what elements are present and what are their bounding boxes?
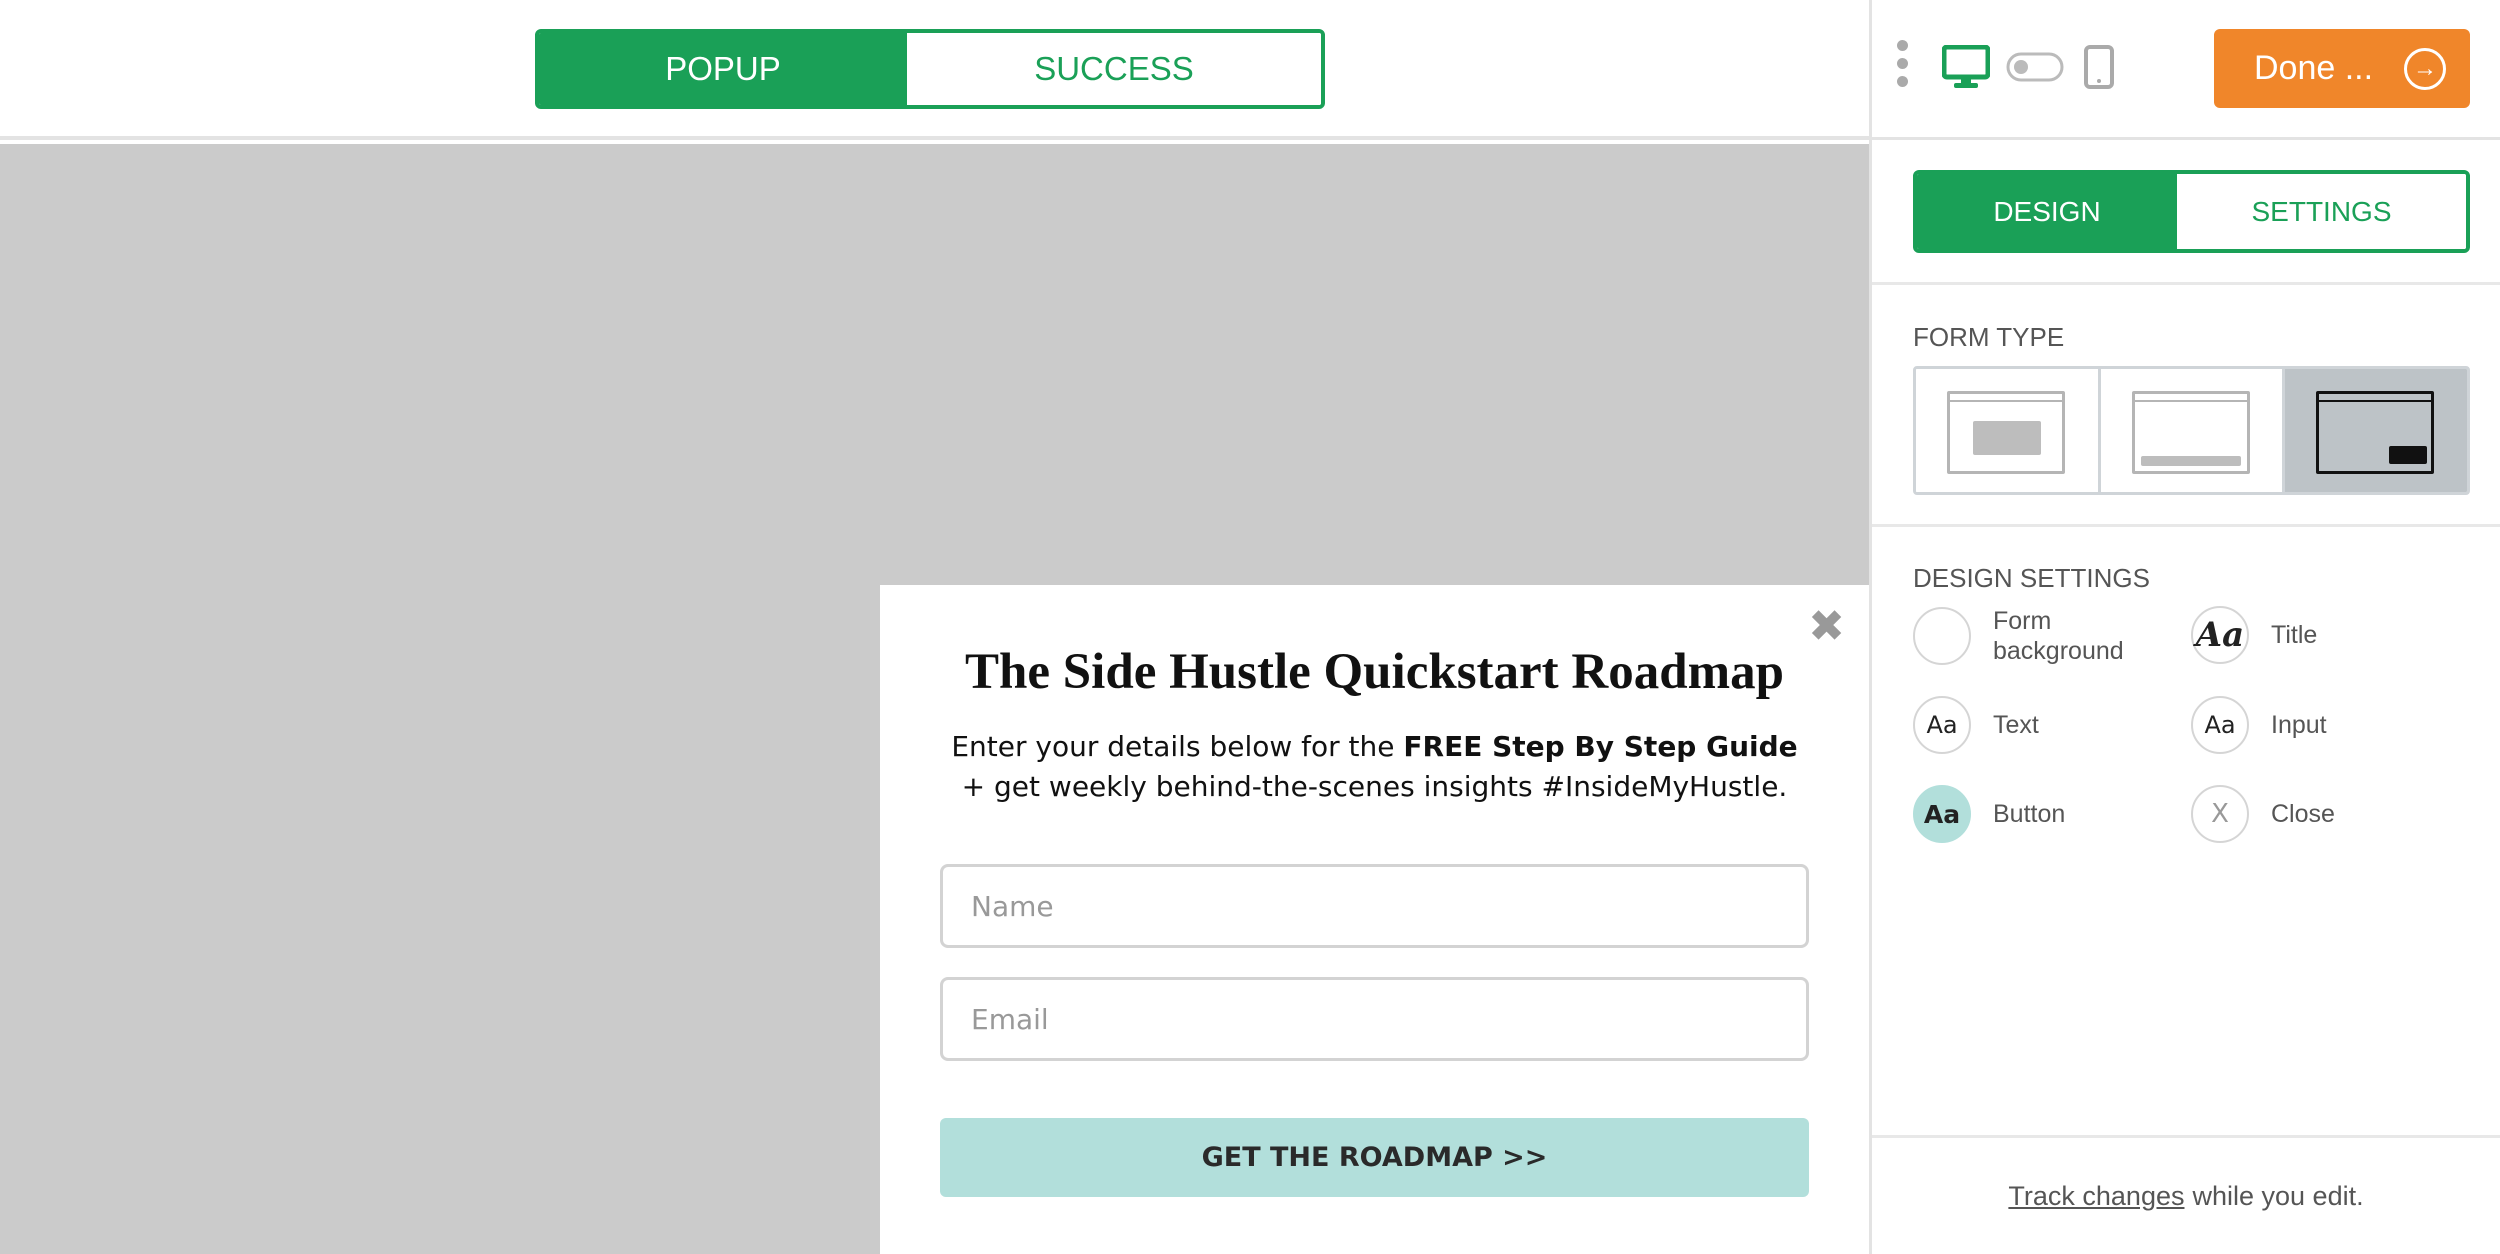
done-label: Done ... bbox=[2254, 49, 2374, 87]
close-style-setting[interactable]: X Close bbox=[2191, 785, 2335, 843]
arrow-right-icon: → bbox=[2404, 48, 2446, 90]
form-type-selector bbox=[1913, 366, 2470, 495]
panel-tabs: DESIGN SETTINGS bbox=[1913, 170, 2470, 253]
tab-design[interactable]: DESIGN bbox=[1917, 174, 2177, 249]
mobile-icon[interactable] bbox=[2082, 44, 2116, 90]
setting-label: Title bbox=[2271, 621, 2318, 649]
success-tab[interactable]: SUCCESS bbox=[907, 33, 1321, 105]
bar-layout-icon bbox=[2131, 391, 2250, 474]
button-style-setting[interactable]: Aa Button bbox=[1913, 785, 2065, 843]
popup-layout-icon bbox=[1947, 391, 2065, 474]
form-type-popup[interactable] bbox=[1916, 369, 2098, 492]
font-icon: Aa bbox=[2191, 696, 2249, 754]
description-text: Enter your details below for the bbox=[951, 730, 1404, 763]
popup-description: Enter your details below for the FREE St… bbox=[880, 727, 1869, 807]
form-type-bar[interactable] bbox=[2097, 369, 2283, 492]
setting-label: Button bbox=[1993, 800, 2066, 828]
settings-panel: Done ... → DESIGN SETTINGS FORM TYPE DES… bbox=[1869, 0, 2500, 1254]
title-font-setting[interactable]: Aa Title bbox=[2191, 606, 2317, 664]
setting-label: Close bbox=[2271, 800, 2335, 828]
form-type-label: FORM TYPE bbox=[1913, 322, 2065, 352]
popup-tab[interactable]: POPUP bbox=[539, 33, 907, 105]
setting-label: Text bbox=[1993, 711, 2039, 739]
submit-button[interactable]: GET THE ROADMAP >> bbox=[940, 1118, 1809, 1197]
device-toggle-switch[interactable] bbox=[2006, 52, 2064, 82]
tab-settings[interactable]: SETTINGS bbox=[2177, 174, 2466, 249]
popup-title: The Side Hustle Quickstart Roadmap bbox=[965, 644, 1784, 700]
description-line2: + get weekly behind-the-scenes insights … bbox=[961, 770, 1788, 803]
form-background-setting[interactable]: Form background bbox=[1913, 606, 2143, 666]
email-input[interactable] bbox=[940, 977, 1809, 1061]
more-options-icon[interactable] bbox=[1897, 40, 1909, 94]
footer-text: while you edit. bbox=[2192, 1180, 2364, 1211]
input-font-setting[interactable]: Aa Input bbox=[2191, 696, 2327, 754]
design-settings-label: DESIGN SETTINGS bbox=[1913, 563, 2150, 593]
text-font-setting[interactable]: Aa Text bbox=[1913, 696, 2039, 754]
popup-form: ✖ The Side Hustle Quickstart Roadmap Ent… bbox=[880, 585, 1869, 1254]
divider bbox=[1872, 282, 2500, 285]
setting-label: Input bbox=[2271, 711, 2327, 739]
panel-header: Done ... → bbox=[1872, 0, 2500, 140]
description-bold: FREE Step By Step Guide bbox=[1403, 730, 1798, 763]
view-toggle: POPUP SUCCESS bbox=[535, 29, 1325, 109]
name-input[interactable] bbox=[940, 864, 1809, 948]
divider bbox=[1872, 524, 2500, 527]
form-type-slide-in[interactable] bbox=[2282, 369, 2467, 492]
slide-in-layout-icon bbox=[2316, 391, 2435, 474]
color-swatch-icon bbox=[1913, 607, 1971, 665]
desktop-icon[interactable] bbox=[1942, 44, 1990, 90]
done-button[interactable]: Done ... → bbox=[2214, 29, 2470, 108]
button-font-icon: Aa bbox=[1913, 785, 1971, 843]
track-changes-link[interactable]: Track changes bbox=[2008, 1181, 2184, 1212]
serif-font-icon: Aa bbox=[2191, 606, 2249, 664]
editor-toolbar: POPUP SUCCESS bbox=[0, 0, 1869, 140]
close-x-icon: X bbox=[2191, 785, 2249, 843]
panel-footer: Track changes while you edit. bbox=[1872, 1135, 2500, 1254]
setting-label: Form background bbox=[1993, 607, 2124, 665]
font-icon: Aa bbox=[1913, 696, 1971, 754]
